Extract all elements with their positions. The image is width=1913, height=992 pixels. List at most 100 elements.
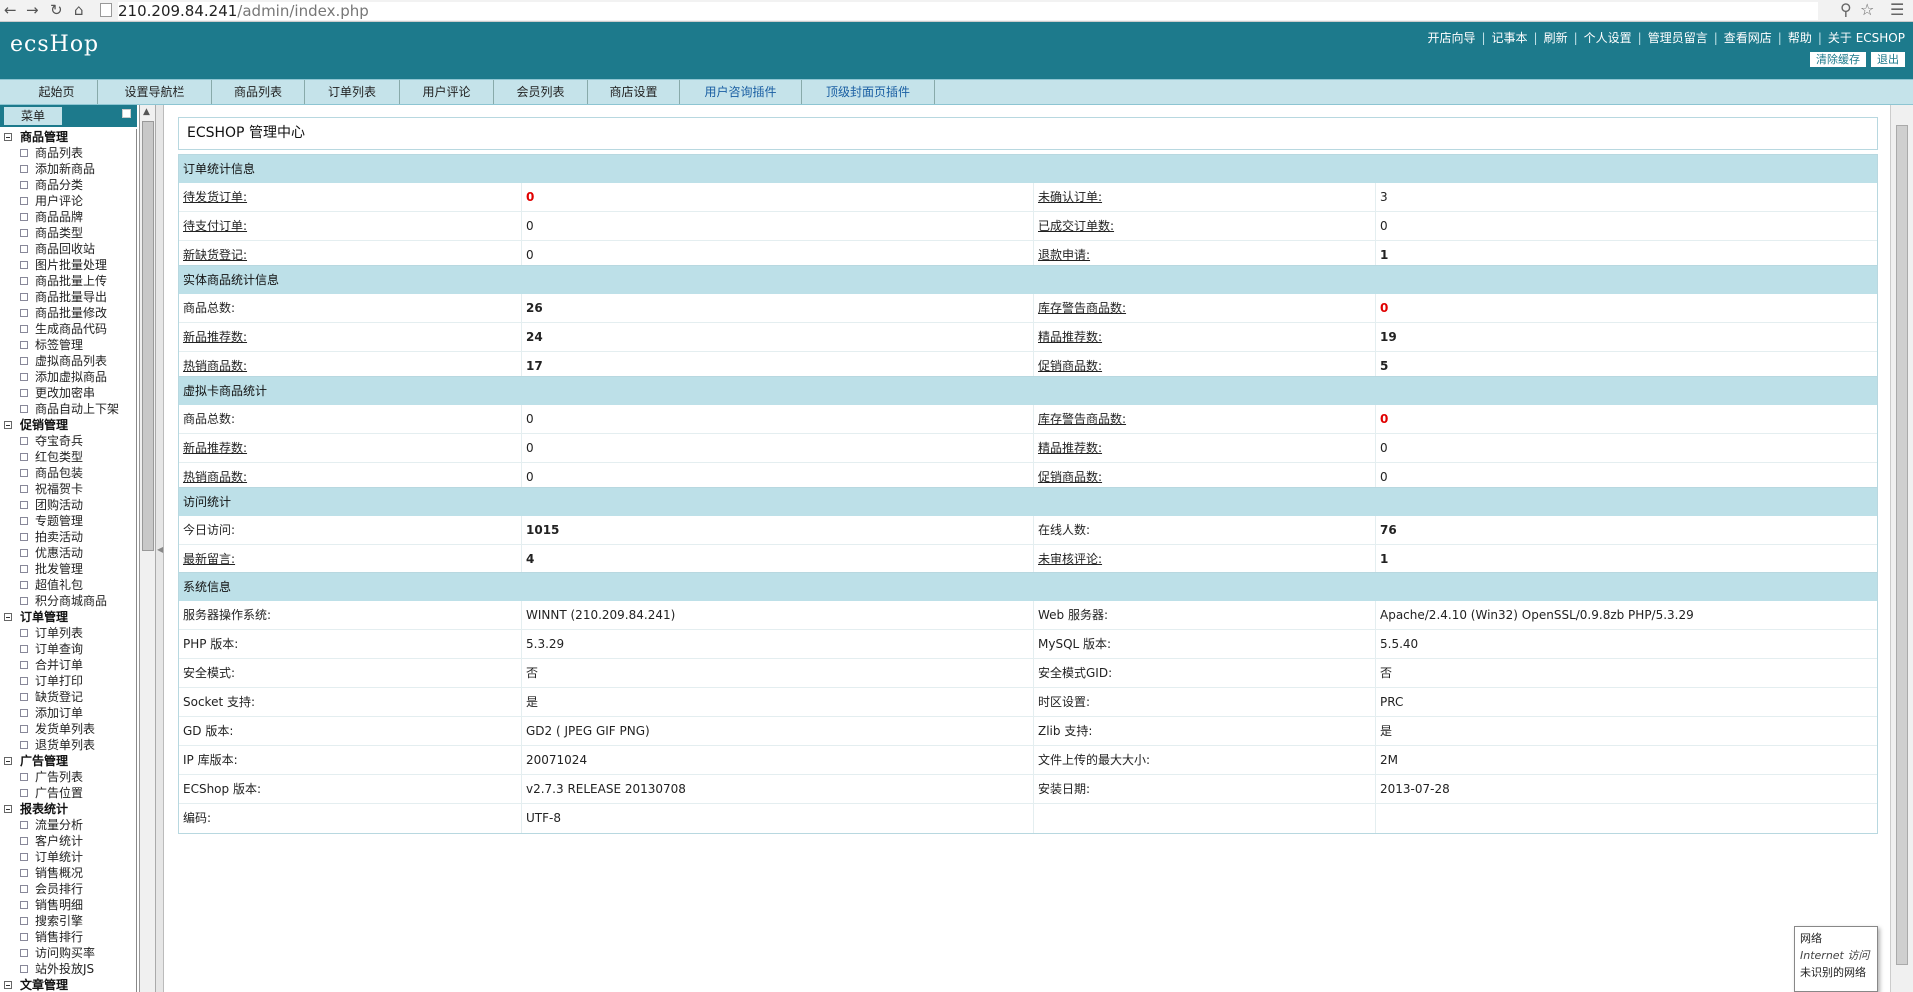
menu-item-label[interactable]: 商品回收站 [35, 242, 95, 256]
menu-item[interactable]: 订单打印 [0, 673, 136, 689]
menu-item-label[interactable]: 商品列表 [35, 146, 83, 160]
stat-label[interactable]: 精品推荐数: [1038, 323, 1102, 352]
menu-item-label[interactable]: 商品批量上传 [35, 274, 107, 288]
menu-item[interactable]: 商品包装 [0, 465, 136, 481]
header-link[interactable]: 查看网店 [1724, 31, 1772, 45]
expand-icon[interactable] [4, 805, 12, 813]
tab-4[interactable]: 订单列表 [305, 80, 400, 104]
menu-item-label[interactable]: 祝福贺卡 [35, 482, 83, 496]
expand-icon[interactable] [4, 421, 12, 429]
stat-label[interactable]: 未审核评论: [1038, 545, 1102, 574]
menu-item-label[interactable]: 订单查询 [35, 642, 83, 656]
menu-item-label[interactable]: 优惠活动 [35, 546, 83, 560]
menu-item[interactable]: 夺宝奇兵 [0, 433, 136, 449]
menu-group[interactable]: 报表统计 [0, 801, 136, 817]
menu-item-label[interactable]: 商品批量导出 [35, 290, 107, 304]
menu-item-label[interactable]: 销售概况 [35, 866, 83, 880]
header-button[interactable]: 退出 [1871, 52, 1905, 67]
menu-item-label[interactable]: 缺货登记 [35, 690, 83, 704]
stat-label[interactable]: 库存警告商品数: [1038, 405, 1126, 434]
stat-label[interactable]: 新品推荐数: [183, 434, 247, 463]
home-icon[interactable]: ⌂ [74, 1, 84, 19]
menu-item[interactable]: 拍卖活动 [0, 529, 136, 545]
tab-3[interactable]: 商品列表 [212, 80, 305, 104]
header-link[interactable]: 刷新 [1544, 31, 1568, 45]
menu-item-label[interactable]: 商品自动上下架 [35, 402, 119, 416]
menu-item-label[interactable]: 商品分类 [35, 178, 83, 192]
menu-item[interactable]: 销售排行 [0, 929, 136, 945]
menu-item[interactable]: 订单列表 [0, 625, 136, 641]
menu-item-label[interactable]: 商品包装 [35, 466, 83, 480]
collapse-arrow-icon[interactable]: ◀ [157, 545, 163, 554]
menu-item-label[interactable]: 积分商城商品 [35, 594, 107, 608]
menu-item[interactable]: 广告列表 [0, 769, 136, 785]
menu-item[interactable]: 积分商城商品 [0, 593, 136, 609]
tab-2[interactable]: 设置导航栏 [98, 80, 212, 104]
menu-item-label[interactable]: 商品类型 [35, 226, 83, 240]
collapse-icon[interactable] [122, 109, 131, 118]
menu-item-label[interactable]: 发货单列表 [35, 722, 95, 736]
menu-item-label[interactable]: 会员排行 [35, 882, 83, 896]
expand-icon[interactable] [4, 613, 12, 621]
menu-item-label[interactable]: 生成商品代码 [35, 322, 107, 336]
menu-item-label[interactable]: 批发管理 [35, 562, 83, 576]
menu-item-label[interactable]: 访问购买率 [35, 946, 95, 960]
menu-item[interactable]: 祝福贺卡 [0, 481, 136, 497]
menu-item[interactable]: 商品分类 [0, 177, 136, 193]
tab-7[interactable]: 商店设置 [588, 80, 680, 104]
menu-item-label[interactable]: 添加新商品 [35, 162, 95, 176]
expand-icon[interactable] [4, 981, 12, 989]
header-button[interactable]: 清除缓存 [1810, 52, 1866, 67]
menu-item[interactable]: 商品批量修改 [0, 305, 136, 321]
stat-label[interactable]: 待支付订单: [183, 212, 247, 241]
menu-item[interactable]: 订单统计 [0, 849, 136, 865]
menu-item-label[interactable]: 用户评论 [35, 194, 83, 208]
tab-5[interactable]: 用户评论 [400, 80, 494, 104]
menu-item-label[interactable]: 夺宝奇兵 [35, 434, 83, 448]
header-link[interactable]: 开店向导 [1427, 31, 1475, 45]
menu-item[interactable]: 销售明细 [0, 897, 136, 913]
tab-6[interactable]: 会员列表 [494, 80, 588, 104]
menu-item[interactable]: 流量分析 [0, 817, 136, 833]
frame-divider[interactable]: ◀ [156, 105, 164, 992]
menu-item[interactable]: 商品列表 [0, 145, 136, 161]
tab-9[interactable]: 顶级封面页插件 [802, 80, 935, 104]
menu-item-label[interactable]: 订单打印 [35, 674, 83, 688]
stat-label[interactable]: 新品推荐数: [183, 323, 247, 352]
header-link[interactable]: 关于 ECSHOP [1828, 31, 1905, 45]
menu-item[interactable]: 商品品牌 [0, 209, 136, 225]
tab-1[interactable]: 起始页 [16, 80, 98, 104]
stat-label[interactable]: 最新留言: [183, 545, 235, 574]
menu-item-label[interactable]: 流量分析 [35, 818, 83, 832]
key-icon[interactable]: ⚲ [1840, 0, 1852, 19]
menu-item[interactable]: 用户评论 [0, 193, 136, 209]
main-scroll-thumb[interactable] [1896, 125, 1908, 965]
expand-icon[interactable] [4, 133, 12, 141]
header-link[interactable]: 管理员留言 [1648, 31, 1708, 45]
stat-label[interactable]: 待发货订单: [183, 183, 247, 212]
menu-item-label[interactable]: 添加虚拟商品 [35, 370, 107, 384]
menu-item[interactable]: 销售概况 [0, 865, 136, 881]
expand-icon[interactable] [4, 757, 12, 765]
menu-item[interactable]: 批发管理 [0, 561, 136, 577]
stat-label[interactable]: 未确认订单: [1038, 183, 1102, 212]
stat-label[interactable]: 已成交订单数: [1038, 212, 1114, 241]
forward-icon[interactable]: → [26, 1, 39, 19]
header-link[interactable]: 记事本 [1492, 31, 1528, 45]
menu-item-label[interactable]: 超值礼包 [35, 578, 83, 592]
menu-item[interactable]: 优惠活动 [0, 545, 136, 561]
header-link[interactable]: 个人设置 [1584, 31, 1632, 45]
ecshop-logo[interactable]: ecsHop [10, 32, 99, 57]
sidebar-scroll-thumb[interactable] [142, 121, 154, 551]
menu-item-label[interactable]: 订单列表 [35, 626, 83, 640]
menu-item[interactable]: 商品批量导出 [0, 289, 136, 305]
menu-item[interactable]: 发货单列表 [0, 721, 136, 737]
menu-tab[interactable]: 菜单 [4, 107, 62, 125]
address-bar[interactable]: 210.209.84.241/admin/index.php [118, 2, 1818, 20]
menu-item-label[interactable]: 合并订单 [35, 658, 83, 672]
tab-8[interactable]: 用户咨询插件 [680, 80, 802, 104]
stat-label[interactable]: 库存警告商品数: [1038, 294, 1126, 323]
menu-item[interactable]: 专题管理 [0, 513, 136, 529]
menu-item[interactable]: 搜索引擎 [0, 913, 136, 929]
menu-item[interactable]: 客户统计 [0, 833, 136, 849]
